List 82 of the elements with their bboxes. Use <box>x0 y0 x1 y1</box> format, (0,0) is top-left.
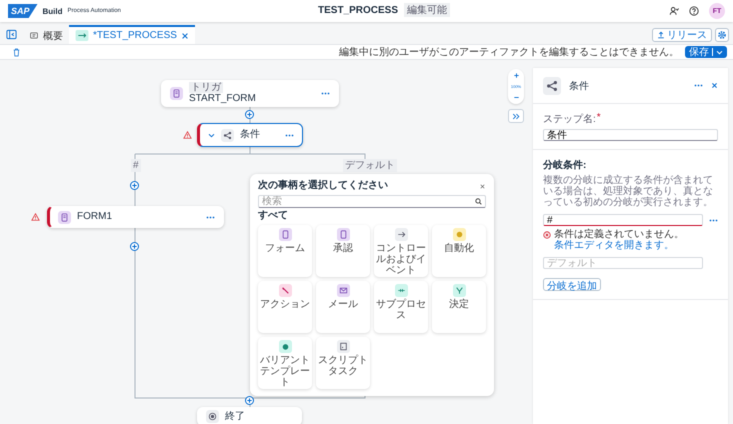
caret-icon <box>716 50 723 54</box>
plus-icon <box>131 182 138 189</box>
save-button[interactable]: 保存 <box>685 46 727 58</box>
expand-panel-button[interactable] <box>508 109 524 123</box>
help-icon[interactable] <box>689 6 699 16</box>
release-button[interactable]: リリース <box>652 28 712 42</box>
step-name: FORM1 <box>77 211 112 223</box>
plus-icon <box>131 243 138 250</box>
more-icon[interactable] <box>206 216 215 218</box>
overview-icon <box>29 31 39 40</box>
picker-title: 次の事柄を選択してください <box>258 180 388 192</box>
step-name-field[interactable]: 条件 <box>543 129 718 141</box>
share-icon <box>543 76 561 94</box>
process-step-card[interactable]: 終了 <box>197 407 302 424</box>
process-step-card[interactable]: トリガ START_FORM <box>161 80 339 107</box>
zoom-out-icon[interactable] <box>512 94 520 101</box>
add-step-button[interactable] <box>245 396 254 405</box>
settings-icon <box>717 30 727 40</box>
form-icon <box>170 87 183 100</box>
section-heading: 分岐条件: <box>543 158 586 172</box>
step-type-tile[interactable]: メール <box>316 281 370 333</box>
more-icon[interactable] <box>694 84 703 87</box>
stop-icon <box>206 410 219 423</box>
settings-button[interactable] <box>715 28 729 42</box>
zoom-in-icon[interactable] <box>512 72 520 79</box>
upload-icon <box>657 31 665 39</box>
plus-icon <box>246 397 253 404</box>
required-mark: * <box>596 112 601 125</box>
step-type-tile[interactable]: 決定 <box>432 281 486 333</box>
step-name: START_FORM <box>189 93 256 105</box>
process-title: TEST_PROCESS <box>318 4 398 16</box>
step-name: 終了 <box>225 410 245 422</box>
sap-logo[interactable]: SAP <box>8 4 38 18</box>
default-branch-field[interactable]: デフォルト <box>543 257 703 269</box>
field-label: ステップ名: <box>543 112 596 126</box>
add-branch-button[interactable]: 分岐を追加 <box>543 278 601 291</box>
close-icon[interactable] <box>711 82 718 89</box>
panel-title: 条件 <box>569 80 589 92</box>
more-icon[interactable] <box>285 134 294 136</box>
error-message: 条件は定義されていません。 条件エディタを開きます。 <box>554 229 685 251</box>
process-step-card[interactable]: 条件 <box>197 123 303 147</box>
step-type-tile[interactable]: バリアントテンプレート <box>258 337 312 389</box>
branch-description: 複数の分岐に成立する条件が含まれている場合は、処理対象であり、真となっている初めの分岐が実行されます。 <box>543 175 714 208</box>
branch-label: # <box>131 159 141 172</box>
people-icon[interactable] <box>669 6 679 16</box>
close-icon[interactable] <box>180 32 189 40</box>
step-type-tile[interactable]: サブプロセス <box>374 281 428 333</box>
delete-icon[interactable] <box>13 48 20 56</box>
form-icon <box>58 210 71 224</box>
branch-label: デフォルト <box>343 159 397 172</box>
edit-status-badge: 編集可能 <box>404 3 450 17</box>
step-type-tile[interactable]: 承認 <box>316 225 370 277</box>
step-type-tile[interactable]: 自動化 <box>432 225 486 277</box>
step-type-tile[interactable]: スクリプトタスク <box>316 337 370 389</box>
process-icon <box>75 30 89 41</box>
product-name: Build <box>42 6 63 16</box>
sidebar-toggle-icon[interactable] <box>6 29 17 40</box>
step-type-tag: トリガ <box>189 82 223 93</box>
branch-condition-field[interactable]: # <box>543 214 703 226</box>
add-step-button[interactable] <box>130 242 139 251</box>
error-icon <box>543 231 551 239</box>
open-condition-editor-link[interactable]: 条件エディタを開きます。 <box>554 240 674 251</box>
step-type-tile[interactable]: アクション <box>258 281 312 333</box>
double-chevron-icon <box>512 112 520 120</box>
section-heading: すべて <box>258 210 289 222</box>
share-icon <box>221 128 234 142</box>
editor-tab[interactable]: 概要 <box>23 27 69 44</box>
search-field[interactable]: 検索 <box>258 195 486 208</box>
step-type-tile[interactable]: フォーム <box>258 225 312 277</box>
step-name: 条件 <box>240 129 260 141</box>
process-step-card[interactable]: FORM1 <box>47 206 224 228</box>
add-step-button[interactable] <box>245 110 254 119</box>
editor-tab[interactable]: *TEST_PROCESS <box>69 25 195 44</box>
step-type-tile[interactable]: コントロールおよびイベント <box>374 225 428 277</box>
chevron-icon[interactable] <box>208 132 215 138</box>
more-icon[interactable] <box>709 218 718 222</box>
lock-message: 編集中に別のユーザがこのアーティファクトを編集することはできません。 <box>339 46 679 59</box>
more-icon[interactable] <box>321 92 330 95</box>
search-icon <box>475 198 482 205</box>
close-icon[interactable] <box>479 182 486 190</box>
plus-icon <box>246 111 253 118</box>
add-step-button[interactable] <box>130 181 139 190</box>
